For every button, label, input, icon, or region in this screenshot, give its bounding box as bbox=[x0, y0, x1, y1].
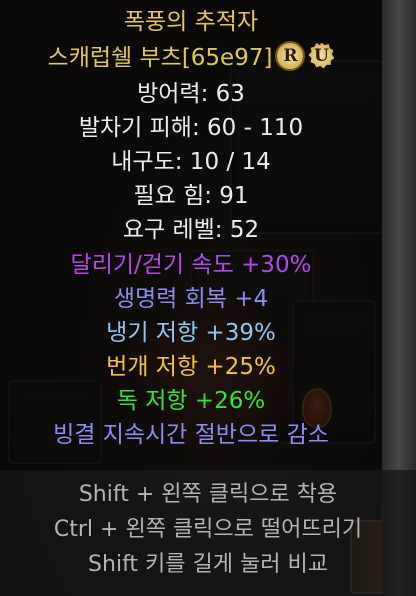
stat-cold-resist: 냉기 저항 +39% bbox=[106, 320, 276, 346]
stat-lightning-resist: 번개 저항 +25% bbox=[106, 354, 276, 380]
stat-half-freeze: 빙결 지속시간 절반으로 감소 bbox=[53, 422, 329, 448]
hint-equip: Shift + 왼쪽 클릭으로 착용 bbox=[78, 482, 338, 507]
item-base-type: 스캐럽쉘 부츠[65e97] bbox=[47, 45, 273, 71]
stat-run-walk-speed: 달리기/걷기 속도 +30% bbox=[70, 252, 312, 278]
stat-defense: 방어력: 63 bbox=[137, 81, 245, 107]
stat-poison-resist: 독 저항 +26% bbox=[116, 388, 266, 414]
item-base-type-row: 스캐럽쉘 부츠[65e97] R U bbox=[0, 40, 382, 75]
stat-required-level: 요구 레벨: 52 bbox=[122, 217, 260, 243]
stat-kick-damage: 발차기 피해: 60 - 110 bbox=[78, 115, 304, 141]
stat-durability: 내구도: 10 / 14 bbox=[111, 149, 271, 175]
item-tooltip: 폭풍의 추적자 스캐럽쉘 부츠[65e97] R U 방어력: 63 발차기 피해:… bbox=[0, 0, 382, 470]
stat-required-strength: 필요 힘: 91 bbox=[133, 183, 249, 209]
hint-drop: Ctrl + 왼쪽 클릭으로 떨어뜨리기 bbox=[53, 517, 363, 542]
controls-hint-panel: Shift + 왼쪽 클릭으로 착용 Ctrl + 왼쪽 클릭으로 떨어뜨리기 … bbox=[0, 470, 416, 596]
stat-life-regen: 생명력 회복 +4 bbox=[113, 286, 269, 312]
rune-r-icon: R bbox=[275, 40, 306, 71]
unique-u-icon: U bbox=[308, 42, 335, 69]
item-name: 폭풍의 추적자 bbox=[123, 9, 259, 35]
hint-compare: Shift 키를 길게 눌러 비교 bbox=[88, 552, 328, 577]
